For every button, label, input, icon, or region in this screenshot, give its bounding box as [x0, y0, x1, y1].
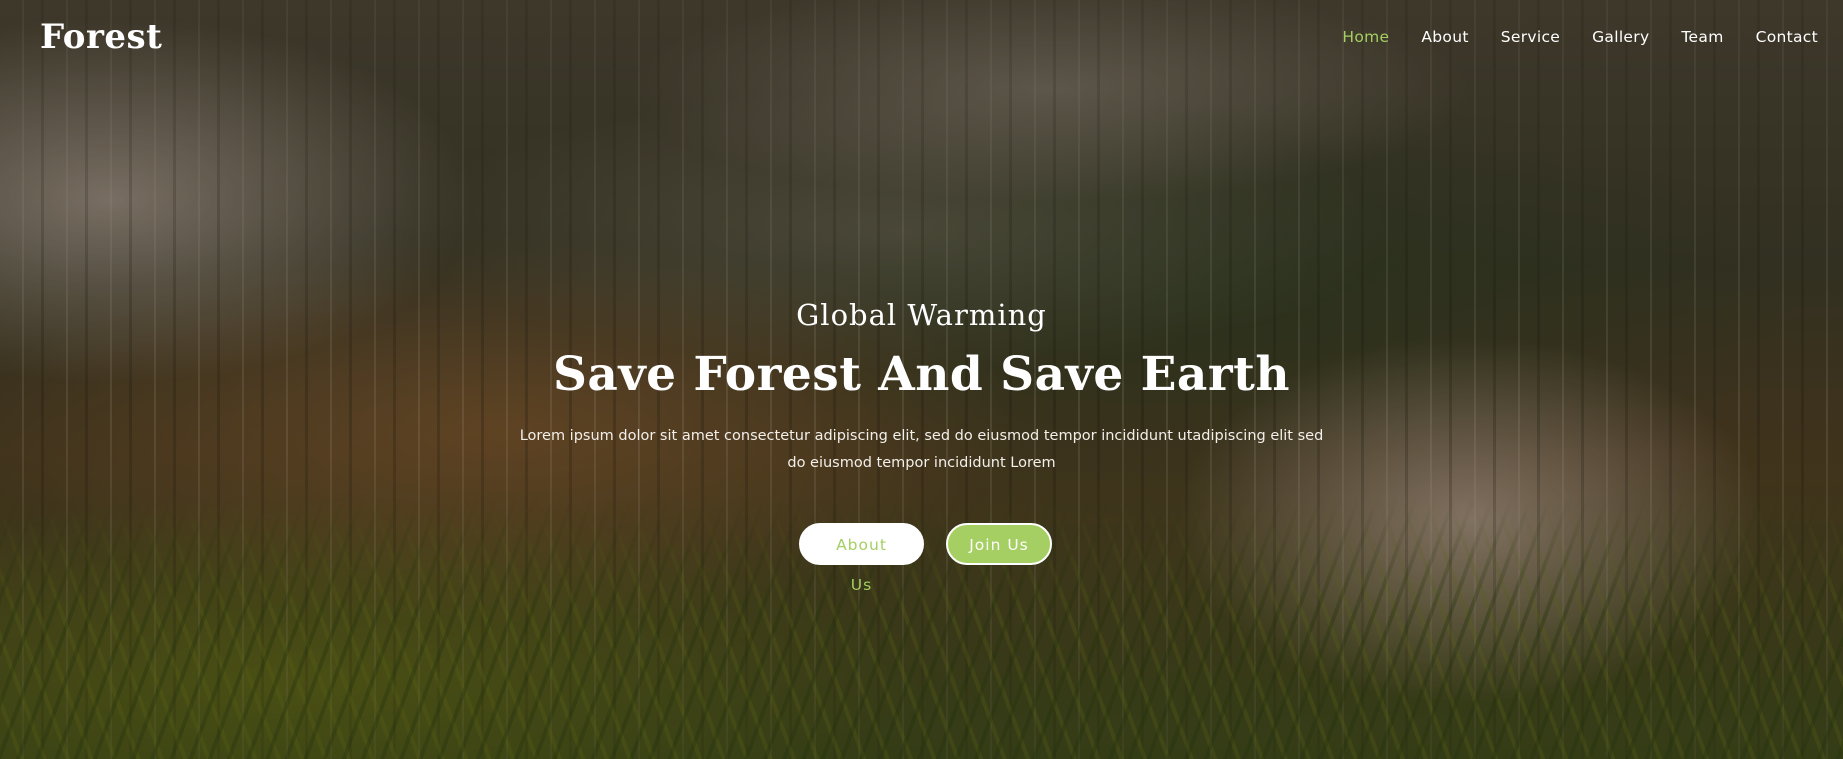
hero-title: Save Forest And Save Earth [552, 347, 1291, 402]
main-nav: Home About Service Gallery Team Contact [1310, 28, 1818, 46]
site-logo[interactable]: Forest [40, 17, 162, 57]
nav-item-about[interactable]: About [1421, 28, 1468, 46]
about-us-button[interactable]: About Us [799, 523, 924, 594]
nav-item-service[interactable]: Service [1501, 28, 1560, 46]
hero-section: Forest Home About Service Gallery Team C… [0, 0, 1843, 759]
nav-item-team[interactable]: Team [1681, 28, 1723, 46]
hero-subtitle: Global Warming [796, 298, 1047, 332]
hero-buttons: About Us Join Us [0, 523, 1843, 594]
hero-description: Lorem ipsum dolor sit amet consectetur a… [519, 428, 1324, 471]
join-us-button[interactable]: Join Us [946, 523, 1052, 565]
nav-item-gallery[interactable]: Gallery [1592, 28, 1649, 46]
nav-item-contact[interactable]: Contact [1756, 28, 1818, 46]
nav-item-home[interactable]: Home [1342, 28, 1389, 46]
hero-content: Global Warming Save Forest And Save Eart… [0, 295, 1843, 594]
